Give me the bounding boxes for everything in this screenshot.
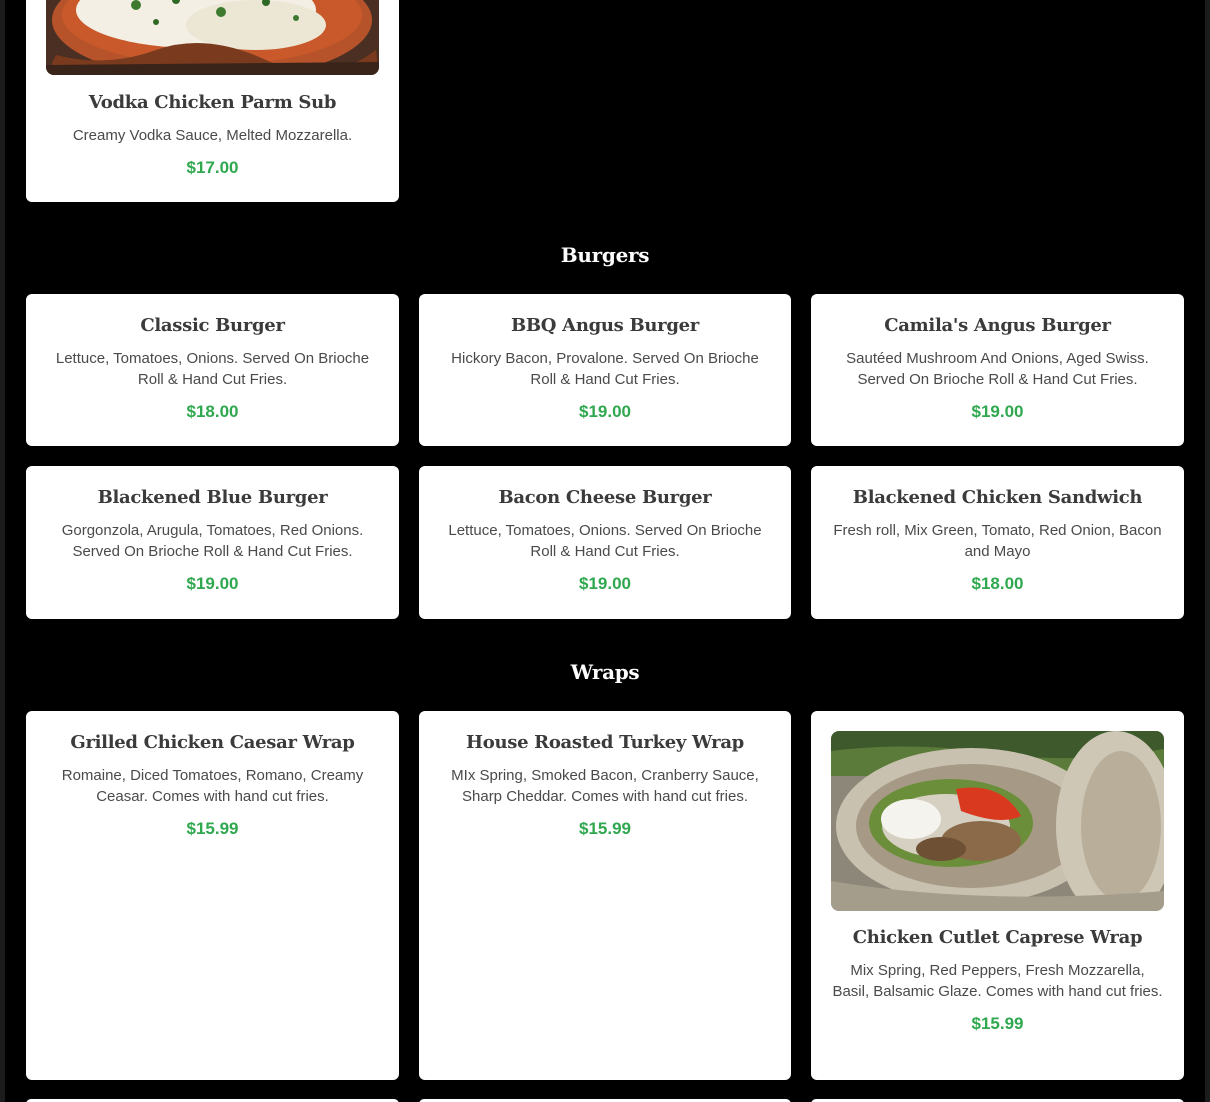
item-name: Camila's Angus Burger bbox=[884, 315, 1111, 336]
item-price: $19.00 bbox=[971, 402, 1024, 421]
menu-item-card[interactable]: Blackened Chicken Sandwich Fresh roll, M… bbox=[811, 466, 1184, 619]
item-name: Chicken Cutlet Caprese Wrap bbox=[852, 927, 1143, 948]
item-description: MIx Spring, Smoked Bacon, Cranberry Sauc… bbox=[451, 767, 759, 805]
item-description: Sautéed Mushroom And Onions, Aged Swiss.… bbox=[846, 350, 1149, 388]
item-description: Gorgonzola, Arugula, Tomatoes, Red Onion… bbox=[61, 522, 364, 560]
item-name: Classic Burger bbox=[140, 315, 285, 336]
item-price: $18.00 bbox=[971, 574, 1024, 593]
item-description: Creamy Vodka Sauce, Melted Mozzarella. bbox=[72, 127, 353, 144]
section-title-burgers: Burgers bbox=[560, 243, 650, 267]
item-description: Fresh roll, Mix Green, Tomato, Red Onion… bbox=[833, 522, 1162, 560]
item-description: Mix Spring, Red Peppers, Fresh Mozzarell… bbox=[832, 962, 1163, 1000]
item-name: Vodka Chicken Parm Sub bbox=[88, 92, 337, 113]
chicken-parm-photo bbox=[46, 0, 379, 75]
menu-item-card[interactable]: BBQ Angus Burger Hickory Bacon, Provalon… bbox=[419, 294, 791, 446]
item-name: BBQ Angus Burger bbox=[510, 315, 699, 336]
item-name: House Roasted Turkey Wrap bbox=[466, 732, 744, 753]
item-description: Lettuce, Tomatoes, Onions. Served On Bri… bbox=[55, 350, 370, 388]
item-name: Grilled Chicken Caesar Wrap bbox=[70, 732, 355, 753]
item-price: $15.99 bbox=[971, 1014, 1024, 1033]
menu-item-card[interactable]: Grilled Chicken Caesar Wrap Romaine, Dic… bbox=[26, 711, 399, 1080]
item-name: Bacon Cheese Burger bbox=[498, 487, 712, 508]
section-title-wraps: Wraps bbox=[570, 660, 640, 684]
menu-item-card[interactable]: Chicken Cutlet Caprese Wrap Mix Spring, … bbox=[811, 711, 1184, 1080]
menu-item-card[interactable]: House Roasted Turkey Wrap MIx Spring, Sm… bbox=[419, 711, 791, 1080]
menu-item-card[interactable]: Vodka Chicken Parm Sub Creamy Vodka Sauc… bbox=[26, 0, 399, 202]
item-price: $19.00 bbox=[579, 574, 631, 593]
menu-item-card[interactable]: Camila's Angus Burger Sautéed Mushroom A… bbox=[811, 294, 1184, 446]
page-edge-left bbox=[0, 0, 5, 1102]
item-name: Blackened Blue Burger bbox=[97, 487, 328, 508]
item-description: Hickory Bacon, Provalone. Served On Brio… bbox=[451, 350, 759, 388]
item-description: Romaine, Diced Tomatoes, Romano, Creamy … bbox=[61, 767, 364, 805]
item-price: $18.00 bbox=[186, 402, 239, 421]
item-price: $15.99 bbox=[579, 819, 631, 838]
menu-item-card[interactable]: Blackened Blue Burger Gorgonzola, Arugul… bbox=[26, 466, 399, 619]
item-price: $19.00 bbox=[186, 574, 239, 593]
item-price: $15.99 bbox=[186, 819, 239, 838]
page-edge-right bbox=[1205, 0, 1210, 1102]
menu-item-card[interactable]: Bacon Cheese Burger Lettuce, Tomatoes, O… bbox=[419, 466, 791, 619]
menu-item-card[interactable]: Classic Burger Lettuce, Tomatoes, Onions… bbox=[26, 294, 399, 446]
caprese-wrap-photo bbox=[831, 731, 1164, 911]
item-price: $17.00 bbox=[186, 158, 239, 177]
item-description: Lettuce, Tomatoes, Onions. Served On Bri… bbox=[448, 522, 762, 560]
item-name: Blackened Chicken Sandwich bbox=[852, 487, 1143, 508]
item-price: $19.00 bbox=[579, 402, 631, 421]
